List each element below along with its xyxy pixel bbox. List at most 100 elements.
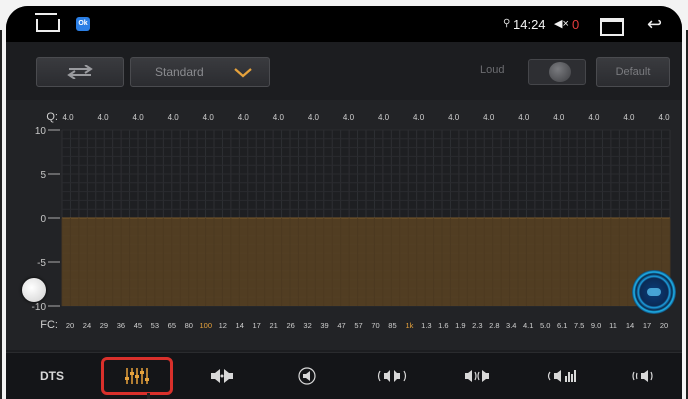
fc-value: 14 xyxy=(236,321,244,330)
tab-equalizer[interactable] xyxy=(101,357,173,395)
fc-value: 53 xyxy=(151,321,159,330)
q-value: 4.0 xyxy=(203,113,215,122)
fc-value: 32 xyxy=(303,321,311,330)
head-unit-screen: Ok ⚲ 14:24 ◀× 0 ↩ Standard Loud Default … xyxy=(6,6,682,399)
y-tick-label: 5 xyxy=(40,170,46,181)
swap-arrows-icon xyxy=(67,65,93,79)
q-value: 4.0 xyxy=(97,113,109,122)
fc-value: 45 xyxy=(134,321,142,330)
fc-label: FC: xyxy=(40,319,58,331)
q-value: 4.0 xyxy=(553,113,565,122)
toggle-knob xyxy=(549,62,571,82)
fc-value: 65 xyxy=(168,321,176,330)
q-value: 4.0 xyxy=(518,113,530,122)
equalizer-sliders-icon xyxy=(125,368,149,384)
y-tick-label: 10 xyxy=(35,126,47,137)
q-value: 4.0 xyxy=(62,113,74,122)
q-value: 4.0 xyxy=(588,113,600,122)
fc-value: 85 xyxy=(388,321,396,330)
q-label: Q: xyxy=(46,111,58,123)
fc-value: 7.5 xyxy=(574,321,584,330)
q-value: 4.0 xyxy=(623,113,635,122)
tab-dts[interactable]: DTS xyxy=(16,357,88,395)
tab-sound-field[interactable] xyxy=(356,357,428,395)
tab-delay[interactable] xyxy=(606,357,678,395)
chevron-down-icon xyxy=(234,68,252,78)
assistive-touch-button[interactable] xyxy=(22,278,46,302)
fc-value: 3.4 xyxy=(506,321,516,330)
tab-balance[interactable] xyxy=(186,357,258,395)
preset-dropdown[interactable]: Standard xyxy=(130,57,270,87)
fc-value: 21 xyxy=(269,321,277,330)
q-value: 4.0 xyxy=(343,113,355,122)
recent-apps-icon[interactable] xyxy=(600,18,624,36)
q-value: 4.0 xyxy=(658,113,670,122)
preset-label: Standard xyxy=(155,65,204,79)
stereo-width-icon xyxy=(465,370,489,382)
app-badge-icon[interactable]: Ok xyxy=(76,17,90,31)
fc-value: 26 xyxy=(286,321,294,330)
y-tick-label: 0 xyxy=(40,214,46,225)
tab-subwoofer[interactable] xyxy=(526,357,598,395)
fc-value: 20 xyxy=(660,321,668,330)
fc-value: 14 xyxy=(626,321,634,330)
tab-stereo-width[interactable] xyxy=(441,357,513,395)
eq-toolbar: Standard Loud Default xyxy=(6,42,682,100)
floating-voice-assistant-icon[interactable] xyxy=(632,270,676,314)
fc-value: 70 xyxy=(371,321,379,330)
fc-value: 1.6 xyxy=(438,321,448,330)
q-value: 4.0 xyxy=(308,113,320,122)
subwoofer-icon xyxy=(547,370,576,382)
y-tick-label: -5 xyxy=(37,258,46,269)
speaker-delay-icon xyxy=(632,370,653,382)
speaker-balance-icon xyxy=(211,369,233,383)
fc-value: 57 xyxy=(354,321,362,330)
q-value: 4.0 xyxy=(238,113,250,122)
fc-value: 1.3 xyxy=(421,321,431,330)
eq-graph-panel: 10 5 0 -5 -10 Q: 4.0 4.0 4.0 4.0 4.0 4.0 4.0 4.0 4.0 4.… xyxy=(6,100,682,350)
fc-value: 29 xyxy=(100,321,108,330)
default-button[interactable]: Default xyxy=(596,57,670,87)
status-bar: Ok ⚲ 14:24 ◀× 0 ↩ xyxy=(6,6,682,42)
fc-value: 9.0 xyxy=(591,321,601,330)
loud-label: Loud xyxy=(480,64,505,76)
fc-value: 4.1 xyxy=(523,321,533,330)
fc-value: 1.9 xyxy=(455,321,465,330)
home-icon[interactable] xyxy=(36,19,60,32)
fc-value: 47 xyxy=(337,321,345,330)
loud-toggle[interactable] xyxy=(528,59,586,85)
fc-value: 11 xyxy=(609,321,617,330)
fc-value: 24 xyxy=(83,321,91,330)
q-value: 4.0 xyxy=(168,113,180,122)
audio-tab-bar: DTS xyxy=(6,352,682,399)
q-value: 4.0 xyxy=(273,113,285,122)
fc-value: 39 xyxy=(320,321,328,330)
volume-muted-icon: ◀× xyxy=(554,18,569,30)
fc-value: 12 xyxy=(219,321,227,330)
tab-surround[interactable] xyxy=(271,357,343,395)
fc-value: 5.0 xyxy=(540,321,550,330)
q-value: 4.0 xyxy=(448,113,460,122)
volume-value: 0 xyxy=(572,17,580,32)
fc-value: 36 xyxy=(117,321,125,330)
fc-value: 2.8 xyxy=(489,321,499,330)
y-tick-label: -10 xyxy=(32,302,47,313)
q-value: 4.0 xyxy=(378,113,390,122)
q-value: 4.0 xyxy=(483,113,495,122)
surround-speaker-icon xyxy=(298,367,316,385)
eq-graph[interactable]: 10 5 0 -5 -10 Q: 4.0 4.0 4.0 4.0 4.0 4.0 4.0 4.0 4.0 4.… xyxy=(6,100,682,350)
back-icon[interactable]: ↩ xyxy=(647,14,662,35)
fc-value: 17 xyxy=(253,321,261,330)
swap-button[interactable] xyxy=(36,57,124,87)
q-value: 4.0 xyxy=(133,113,145,122)
q-value: 4.0 xyxy=(413,113,425,122)
fc-value: 17 xyxy=(643,321,651,330)
sound-field-icon xyxy=(377,370,407,382)
clock: 14:24 xyxy=(513,17,546,32)
fc-value: 80 xyxy=(185,321,193,330)
fc-value: 6.1 xyxy=(557,321,567,330)
fc-value: 100 xyxy=(200,321,213,330)
location-icon: ⚲ xyxy=(503,18,511,29)
selection-pointer xyxy=(147,393,150,399)
fc-value: 1k xyxy=(405,321,413,330)
